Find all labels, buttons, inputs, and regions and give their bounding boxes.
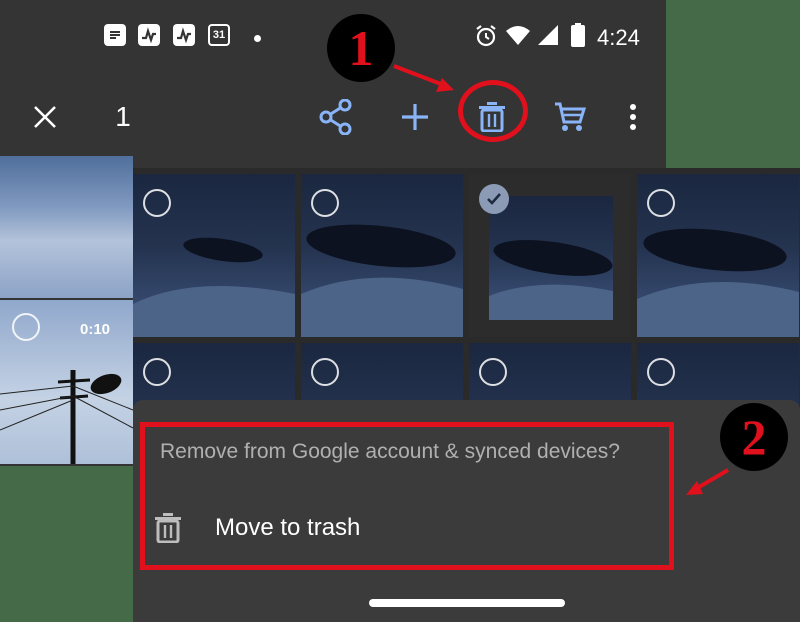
signal-icon [537,24,559,52]
pulse-app-icon [173,24,195,46]
select-circle-icon[interactable] [143,358,171,386]
share-button[interactable] [316,92,356,142]
selected-count: 1 [115,101,131,132]
more-vert-icon [630,104,636,130]
delete-highlight-circle [458,80,528,142]
add-to-button[interactable] [396,92,434,142]
order-prints-button[interactable] [550,92,590,142]
select-circle-icon[interactable] [12,313,40,341]
photo-tile[interactable] [637,174,799,337]
photo-tile-selected[interactable] [469,174,631,337]
select-circle-icon[interactable] [479,358,507,386]
blimp-image [489,240,613,320]
plus-icon [402,104,428,130]
photo-grid-row [133,174,799,337]
navigation-bar [133,585,800,622]
photo-tile[interactable] [133,174,295,337]
photo-thumbnail[interactable] [0,156,133,298]
sheet-highlight-box [140,422,674,570]
select-circle-icon[interactable] [647,189,675,217]
selected-photo [489,196,613,320]
select-circle-icon[interactable] [647,358,675,386]
select-circle-icon[interactable] [143,189,171,217]
calendar-day-text: 31 [212,29,226,41]
video-duration: 0:10 [80,321,111,338]
pulse-app-icon [138,24,160,46]
shopping-cart-icon [555,102,586,131]
alarm-icon [474,24,498,54]
step-2-badge: 2 [720,403,788,471]
notes-icon [104,24,126,46]
step-1-badge: 1 [327,14,395,82]
selected-check-icon[interactable] [479,184,509,214]
share-icon [319,99,352,135]
select-circle-icon[interactable] [311,358,339,386]
gesture-handle[interactable] [369,599,565,607]
more-options-button[interactable] [620,92,646,142]
close-selection-button[interactable] [22,92,68,142]
photo-tile[interactable] [301,174,463,337]
video-thumbnail[interactable]: 0:10 [0,300,133,464]
status-time: 4:24 [597,25,640,50]
calendar-icon: 31 [208,24,230,46]
battery-icon [571,23,585,53]
close-icon [34,106,56,128]
select-circle-icon[interactable] [311,189,339,217]
more-notifications-dot-icon [254,35,261,42]
selection-toolbar: 1 [0,78,666,156]
wifi-icon [505,24,531,52]
